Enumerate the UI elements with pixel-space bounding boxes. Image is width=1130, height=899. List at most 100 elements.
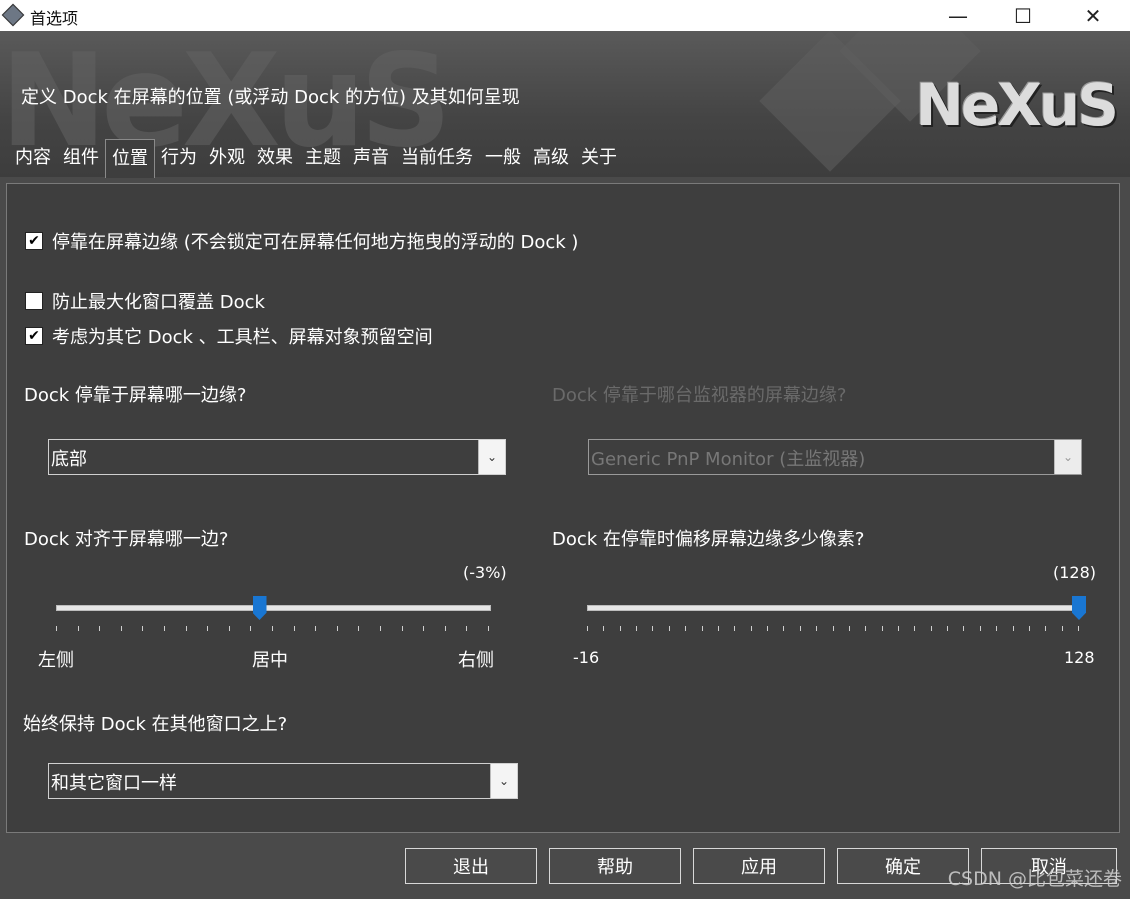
ontop-select[interactable]: 和其它窗口一样 ⌄ bbox=[48, 763, 518, 799]
exit-button[interactable]: 退出 bbox=[405, 848, 537, 884]
checkbox-label: 考虑为其它 Dock 、工具栏、屏幕对象预留空间 bbox=[52, 327, 433, 348]
close-button[interactable]: ✕ bbox=[1070, 0, 1116, 31]
slider-tick bbox=[444, 626, 446, 631]
tab-content[interactable]: 内容 bbox=[9, 139, 57, 175]
checkbox[interactable] bbox=[25, 292, 43, 310]
slider-tick bbox=[685, 626, 687, 631]
maximize-button[interactable]: ☐ bbox=[1000, 0, 1046, 31]
offset-slider-thumb[interactable] bbox=[1072, 596, 1086, 620]
chevron-down-icon: ⌄ bbox=[1054, 440, 1081, 474]
align-value: (-3%) bbox=[463, 563, 507, 582]
window-title: 首选项 bbox=[30, 9, 79, 28]
slider-tick bbox=[603, 626, 605, 631]
slider-tick bbox=[587, 626, 588, 631]
tab-behavior[interactable]: 行为 bbox=[155, 139, 203, 175]
slider-tick bbox=[668, 626, 670, 631]
offset-slider-ticks bbox=[587, 626, 1079, 631]
chevron-down-icon[interactable]: ⌄ bbox=[490, 764, 517, 798]
help-button[interactable]: 帮助 bbox=[549, 848, 681, 884]
slider-tick bbox=[865, 626, 867, 631]
slider-tick bbox=[750, 626, 752, 631]
slider-tick bbox=[947, 626, 949, 631]
align-max-label: 右侧 bbox=[458, 650, 494, 671]
ontop-label: 始终保持 Dock 在其他窗口之上? bbox=[23, 714, 288, 735]
slider-tick bbox=[99, 626, 101, 631]
slider-tick bbox=[120, 626, 122, 631]
edge-label: Dock 停靠于屏幕哪一边缘? bbox=[24, 385, 247, 406]
align-mid-label: 居中 bbox=[252, 650, 288, 671]
slider-tick bbox=[619, 626, 621, 631]
align-slider-ticks bbox=[56, 626, 489, 631]
nexus-logo: NeXuS bbox=[915, 71, 1119, 139]
title-bar: 首选项 — ☐ ✕ bbox=[0, 0, 1130, 31]
slider-tick bbox=[767, 626, 769, 631]
slider-tick bbox=[142, 626, 144, 631]
select-value: 和其它窗口一样 bbox=[51, 773, 177, 794]
slider-tick bbox=[979, 626, 981, 631]
chevron-down-icon[interactable]: ⌄ bbox=[478, 440, 505, 474]
slider-tick bbox=[881, 626, 883, 631]
edge-select[interactable]: 底部 ⌄ bbox=[48, 439, 506, 475]
slider-tick bbox=[783, 626, 785, 631]
settings-panel: ✔ 停靠在屏幕边缘 (不会锁定可在屏幕任何地方拖曳的浮动的 Dock ) 防止最… bbox=[6, 183, 1120, 833]
offset-value: (128) bbox=[1053, 563, 1097, 582]
tab-about[interactable]: 关于 bbox=[575, 139, 623, 175]
checkbox[interactable]: ✔ bbox=[25, 327, 43, 345]
slider-tick bbox=[1012, 626, 1014, 631]
slider-tick bbox=[816, 626, 818, 631]
tab-components[interactable]: 组件 bbox=[57, 139, 105, 175]
offset-min-label: -16 bbox=[573, 648, 600, 667]
select-value: 底部 bbox=[51, 449, 87, 470]
tab-bar: 内容 组件 位置 行为 外观 效果 主题 声音 当前任务 一般 高级 关于 bbox=[9, 139, 623, 178]
offset-slider-track[interactable] bbox=[587, 605, 1081, 611]
slider-tick bbox=[358, 626, 360, 631]
slider-tick bbox=[734, 626, 736, 631]
offset-label: Dock 在停靠时偏移屏幕边缘多少像素? bbox=[552, 529, 865, 550]
page-description: 定义 Dock 在屏幕的位置 (或浮动 Dock 的方位) 及其如何呈现 bbox=[21, 87, 520, 108]
slider-tick bbox=[423, 626, 425, 631]
tab-effects[interactable]: 效果 bbox=[251, 139, 299, 175]
slider-tick bbox=[652, 626, 654, 631]
slider-tick bbox=[1078, 626, 1079, 631]
monitor-label: Dock 停靠于哪台监视器的屏幕边缘? bbox=[552, 385, 847, 406]
slider-tick bbox=[207, 626, 209, 631]
align-label: Dock 对齐于屏幕哪一边? bbox=[24, 529, 229, 550]
tab-themes[interactable]: 主题 bbox=[299, 139, 347, 175]
slider-tick bbox=[77, 626, 79, 631]
slider-tick bbox=[701, 626, 703, 631]
slider-tick bbox=[930, 626, 932, 631]
slider-tick bbox=[717, 626, 719, 631]
slider-tick bbox=[897, 626, 899, 631]
tab-sounds[interactable]: 声音 bbox=[347, 139, 395, 175]
tab-general[interactable]: 一般 bbox=[479, 139, 527, 175]
tab-running-tasks[interactable]: 当前任务 bbox=[395, 139, 479, 175]
prevent-maximize-option[interactable]: 防止最大化窗口覆盖 Dock bbox=[25, 288, 265, 314]
reserve-space-option[interactable]: ✔ 考虑为其它 Dock 、工具栏、屏幕对象预留空间 bbox=[25, 323, 433, 349]
tab-position[interactable]: 位置 bbox=[105, 139, 155, 178]
slider-tick bbox=[488, 626, 489, 631]
slider-tick bbox=[996, 626, 998, 631]
dock-at-edge-option[interactable]: ✔ 停靠在屏幕边缘 (不会锁定可在屏幕任何地方拖曳的浮动的 Dock ) bbox=[25, 228, 578, 254]
slider-tick bbox=[1061, 626, 1063, 631]
slider-tick bbox=[914, 626, 916, 631]
slider-tick bbox=[848, 626, 850, 631]
apply-button[interactable]: 应用 bbox=[693, 848, 825, 884]
tab-advanced[interactable]: 高级 bbox=[527, 139, 575, 175]
align-slider-track[interactable] bbox=[56, 605, 491, 611]
minimize-button[interactable]: — bbox=[935, 0, 981, 31]
checkbox[interactable]: ✔ bbox=[25, 232, 43, 250]
slider-tick bbox=[272, 626, 273, 631]
offset-max-label: 128 bbox=[1064, 648, 1095, 667]
slider-tick bbox=[250, 626, 252, 631]
checkbox-label: 停靠在屏幕边缘 (不会锁定可在屏幕任何地方拖曳的浮动的 Dock ) bbox=[52, 232, 579, 253]
slider-tick bbox=[315, 626, 317, 631]
slider-tick bbox=[799, 626, 801, 631]
align-slider-thumb[interactable] bbox=[252, 596, 267, 620]
slider-tick bbox=[1028, 626, 1030, 631]
tab-appearance[interactable]: 外观 bbox=[203, 139, 251, 175]
slider-tick bbox=[636, 626, 638, 631]
slider-tick bbox=[164, 626, 165, 631]
select-value: Generic PnP Monitor (主监视器) bbox=[591, 449, 866, 470]
slider-tick bbox=[336, 626, 338, 631]
slider-tick bbox=[401, 626, 403, 631]
